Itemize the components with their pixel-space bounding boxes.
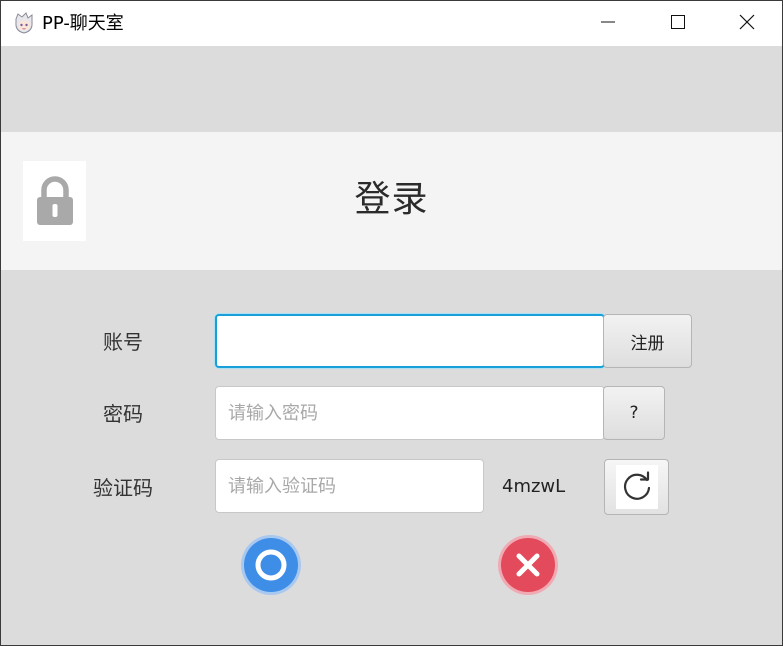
window-title: PP-聊天室: [42, 13, 124, 34]
password-help-button[interactable]: ?: [603, 386, 665, 440]
refresh-captcha-button[interactable]: [604, 459, 669, 515]
login-header: 登录: [1, 132, 782, 270]
password-input[interactable]: [215, 386, 605, 440]
minimize-button[interactable]: [573, 1, 643, 46]
maximize-icon: [671, 14, 685, 33]
anime-avatar-icon: [13, 12, 35, 34]
minimize-icon: [601, 14, 615, 33]
captcha-input[interactable]: [215, 459, 484, 513]
cancel-x-icon: [497, 534, 559, 600]
register-button-label: 注册: [630, 333, 665, 354]
login-window: PP-聊天室 登录 账号 注册 密码 ? 验证码 请输入验证码 4mzwL: [0, 0, 783, 646]
register-button[interactable]: 注册: [603, 314, 692, 368]
close-button[interactable]: [712, 1, 782, 46]
login-confirm-button[interactable]: [240, 534, 302, 600]
maximize-button[interactable]: [643, 1, 713, 46]
captcha-code: 4mzwL: [502, 476, 566, 497]
page-title: 登录: [354, 179, 429, 220]
confirm-circle-icon: [240, 534, 302, 600]
login-cancel-button[interactable]: [497, 534, 559, 600]
refresh-icon: [615, 465, 658, 509]
title-bar[interactable]: PP-聊天室: [1, 1, 782, 46]
password-label: 密码: [103, 402, 143, 426]
captcha-label: 验证码: [93, 476, 153, 500]
help-button-label: ?: [629, 403, 639, 423]
close-icon: [739, 14, 755, 34]
account-label: 账号: [103, 330, 143, 354]
account-input[interactable]: [215, 314, 605, 368]
